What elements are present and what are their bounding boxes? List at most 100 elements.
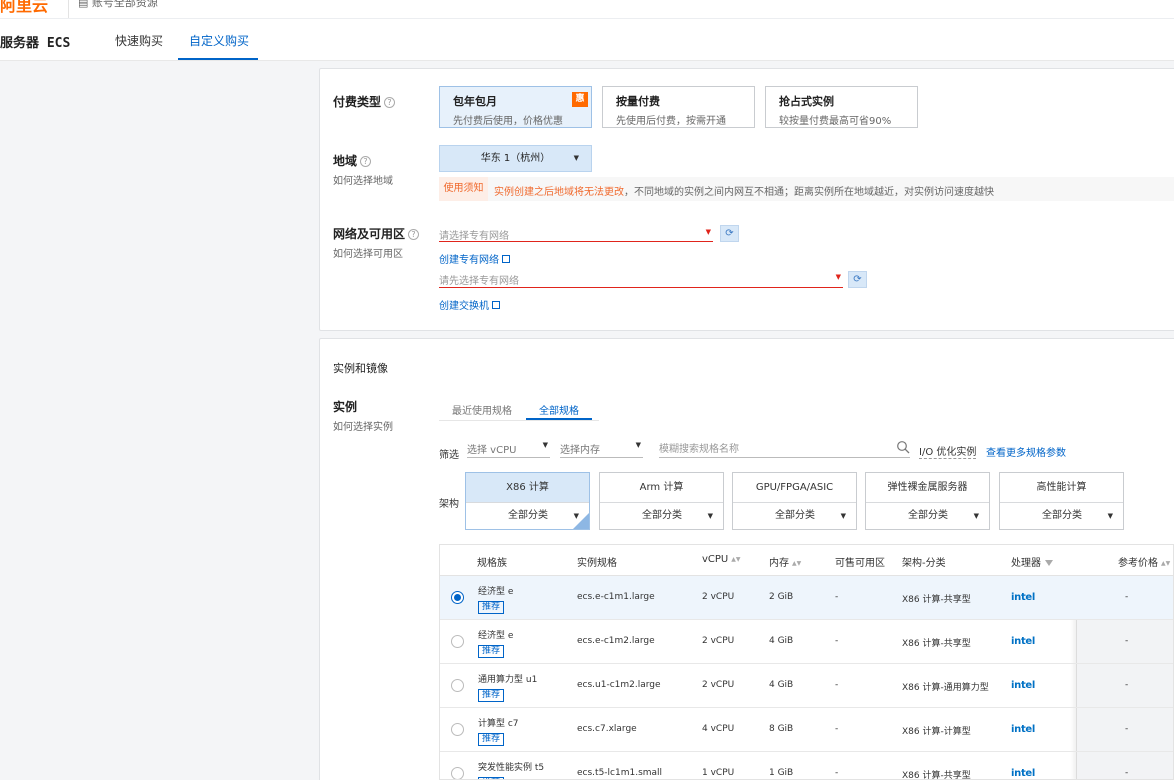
- chevron-down-icon: ▼: [705, 228, 711, 236]
- row-family: 经济型 e: [478, 631, 514, 641]
- row-radio[interactable]: [451, 591, 464, 604]
- section-title: 实例和镜像: [333, 362, 388, 375]
- arch-option-arm[interactable]: Arm 计算 全部分类 ▼: [599, 472, 724, 530]
- row-spec: ecs.u1-c1m2.large: [577, 680, 661, 690]
- billing-option-pay-as-you-go[interactable]: 按量付费 先使用后付费，按需开通: [602, 86, 755, 128]
- row-spec: ecs.t5-lc1m1.small: [577, 768, 663, 778]
- chevron-down-icon: ▼: [835, 273, 841, 281]
- instance-table: 规格族 实例规格 vCPU ▲▼ 内存 ▲▼ 可售可用区 架构-分类 处理器 参考价…: [439, 544, 1174, 780]
- row-zone: -: [835, 680, 839, 690]
- table-row[interactable]: 经济型 e 推荐 ecs.e-c1m1.large 2 vCPU 2 GiB -…: [440, 576, 1173, 620]
- row-arch: X86 计算-计算型: [902, 727, 971, 737]
- row-zone: -: [835, 592, 839, 602]
- intel-logo-icon: intel: [1011, 636, 1036, 647]
- row-arch: X86 计算-通用算力型: [902, 683, 989, 693]
- billing-option-title: 抢占式实例: [779, 95, 834, 108]
- memory-filter[interactable]: 选择内存 ▼: [560, 441, 643, 458]
- aliyun-logo[interactable]: 阿里云: [0, 0, 48, 16]
- row-spec: ecs.c7.xlarge: [577, 724, 637, 734]
- row-memory: 2 GiB: [769, 592, 794, 602]
- create-vswitch-link[interactable]: 创建交换机: [439, 297, 500, 312]
- vpc-placeholder: 请选择专有网络: [439, 231, 509, 242]
- arch-name: 弹性裸金属服务器: [866, 473, 989, 503]
- table-row[interactable]: 通用算力型 u1 推荐 ecs.u1-c1m2.large 2 vCPU 4 G…: [440, 664, 1173, 708]
- col-price[interactable]: 参考价格 ▲▼: [1118, 554, 1170, 569]
- network-label: 网络及可用区?: [333, 225, 420, 242]
- row-price: -: [1125, 680, 1129, 690]
- row-vcpu: 2 vCPU: [702, 636, 735, 646]
- billing-option-spot[interactable]: 抢占式实例 较按量付费最高可省90%: [765, 86, 918, 128]
- vcpu-filter[interactable]: 选择 vCPU ▼: [467, 441, 550, 458]
- tab-custom-buy[interactable]: 自定义购买: [189, 32, 249, 49]
- arch-option-x86[interactable]: X86 计算 全部分类 ▼: [465, 472, 590, 530]
- vswitch-select[interactable]: 请先选择专有网络 ▼: [439, 272, 843, 288]
- col-arch: 架构-分类: [902, 558, 946, 569]
- arch-category-select[interactable]: 全部分类 ▼: [733, 503, 856, 529]
- row-vcpu: 2 vCPU: [702, 592, 735, 602]
- billing-option-title: 按量付费: [616, 95, 660, 108]
- billing-option-subscription[interactable]: 包年包月 先付费后使用，价格优惠 惠: [439, 86, 592, 128]
- row-vcpu: 2 vCPU: [702, 680, 735, 690]
- network-label-text: 网络及可用区: [333, 227, 406, 241]
- help-icon[interactable]: ?: [360, 156, 372, 167]
- col-processor[interactable]: 处理器: [1011, 554, 1053, 569]
- row-spec: ecs.e-c1m1.large: [577, 592, 655, 602]
- external-link-icon: [502, 255, 510, 263]
- instance-help-link[interactable]: 如何选择实例: [333, 418, 393, 433]
- arch-category-select[interactable]: 全部分类 ▼: [1000, 503, 1123, 529]
- filter-label: 筛选: [439, 450, 459, 461]
- row-price: -: [1125, 636, 1129, 646]
- external-link-icon: [492, 301, 500, 309]
- col-vcpu[interactable]: vCPU ▲▼: [702, 554, 740, 565]
- instance-label: 实例: [333, 400, 358, 414]
- search-icon[interactable]: [896, 440, 910, 454]
- sort-icon: ▲▼: [1161, 560, 1171, 567]
- arch-category-select[interactable]: 全部分类 ▼: [466, 503, 589, 529]
- filter-icon[interactable]: [1045, 560, 1053, 566]
- tab-quick-buy[interactable]: 快速购买: [115, 32, 163, 49]
- row-family: 突发性能实例 t5: [478, 763, 545, 773]
- arch-category-select[interactable]: 全部分类 ▼: [600, 503, 723, 529]
- col-processor-label: 处理器: [1011, 558, 1041, 569]
- help-icon[interactable]: ?: [408, 229, 420, 240]
- vpc-select[interactable]: 请选择专有网络 ▼: [439, 227, 713, 242]
- row-memory: 8 GiB: [769, 724, 794, 734]
- refresh-icon[interactable]: ⟳: [720, 225, 739, 242]
- col-memory[interactable]: 内存 ▲▼: [769, 554, 801, 569]
- create-vswitch-label: 创建交换机: [439, 301, 489, 312]
- table-row[interactable]: 经济型 e 推荐 ecs.e-c1m2.large 2 vCPU 4 GiB -…: [440, 620, 1173, 664]
- arch-option-bare-metal[interactable]: 弹性裸金属服务器 全部分类 ▼: [865, 472, 990, 530]
- arch-category: 全部分类: [508, 510, 548, 521]
- region-help-link[interactable]: 如何选择地域: [333, 172, 393, 187]
- active-tab-indicator: [178, 58, 258, 60]
- vswitch-placeholder: 请先选择专有网络: [439, 276, 519, 287]
- arch-name: Arm 计算: [600, 473, 723, 503]
- table-row[interactable]: 突发性能实例 t5 推荐 ecs.t5-lc1m1.small 1 vCPU 1…: [440, 752, 1173, 779]
- row-radio[interactable]: [451, 723, 464, 736]
- zone-help-link[interactable]: 如何选择可用区: [333, 245, 403, 260]
- more-params-link[interactable]: 查看更多规格参数: [986, 444, 1066, 459]
- table-row[interactable]: 计算型 c7 推荐 ecs.c7.xlarge 4 vCPU 8 GiB - X…: [440, 708, 1173, 752]
- tab-recent-specs[interactable]: 最近使用规格: [452, 402, 512, 417]
- create-vpc-link[interactable]: 创建专有网络: [439, 251, 510, 266]
- row-vcpu: 4 vCPU: [702, 724, 735, 734]
- all-resources-link[interactable]: ▤ 账号全部资源: [78, 0, 158, 10]
- arch-name: X86 计算: [466, 473, 589, 503]
- row-radio[interactable]: [451, 767, 464, 779]
- help-icon[interactable]: ?: [384, 97, 396, 108]
- memory-filter-value: 选择内存: [560, 445, 600, 456]
- row-radio[interactable]: [451, 679, 464, 692]
- spec-search-input[interactable]: 模糊搜索规格名称: [659, 440, 910, 458]
- intel-logo-icon: intel: [1011, 724, 1036, 735]
- arch-name: GPU/FPGA/ASIC: [733, 473, 856, 503]
- sort-icon: ▲▼: [731, 556, 741, 563]
- arch-category-select[interactable]: 全部分类 ▼: [866, 503, 989, 529]
- arch-option-gpu[interactable]: GPU/FPGA/ASIC 全部分类 ▼: [732, 472, 857, 530]
- row-radio[interactable]: [451, 635, 464, 648]
- region-select[interactable]: 华东 1（杭州） ▼: [439, 145, 592, 172]
- intel-logo-icon: intel: [1011, 768, 1036, 779]
- refresh-icon[interactable]: ⟳: [848, 271, 867, 288]
- tab-all-specs[interactable]: 全部规格: [539, 402, 579, 417]
- recommended-badge: 推荐: [478, 645, 505, 658]
- arch-option-hpc[interactable]: 高性能计算 全部分类 ▼: [999, 472, 1124, 530]
